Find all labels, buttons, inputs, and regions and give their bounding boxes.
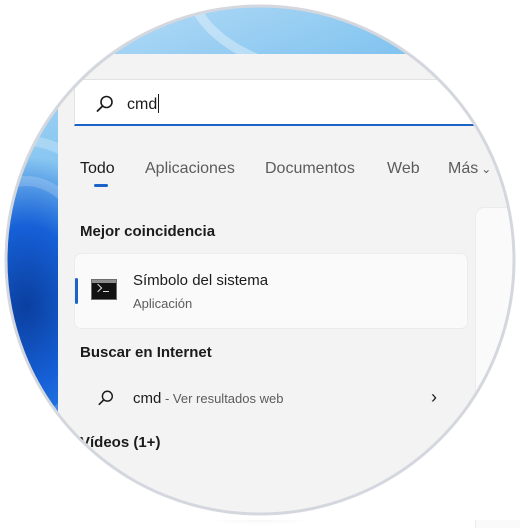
text-caret bbox=[158, 94, 160, 113]
best-match-result[interactable]: Símbolo del sistema Aplicación bbox=[75, 254, 467, 328]
preview-pane bbox=[476, 208, 520, 528]
web-search-query: cmd - Ver resultados web bbox=[133, 390, 284, 407]
search-icon bbox=[98, 390, 114, 406]
web-search-heading: Buscar en Internet bbox=[80, 344, 212, 361]
tab-web[interactable]: Web bbox=[387, 160, 420, 178]
web-search-result[interactable]: cmd - Ver resultados web › bbox=[75, 378, 467, 418]
tab-documentos[interactable]: Documentos bbox=[265, 160, 355, 178]
best-match-title: Símbolo del sistema bbox=[133, 272, 269, 289]
tab-aplicaciones[interactable]: Aplicaciones bbox=[145, 160, 235, 178]
tab-mas-label: Más bbox=[448, 160, 479, 177]
search-input[interactable]: cmd bbox=[127, 94, 160, 114]
tab-mas[interactable]: Más ⌄ bbox=[448, 160, 491, 178]
active-tab-indicator bbox=[94, 184, 108, 187]
web-search-suffix: - Ver resultados web bbox=[161, 391, 284, 406]
cmd-terminal-icon bbox=[91, 279, 117, 300]
tab-todo[interactable]: Todo bbox=[80, 160, 115, 178]
chevron-right-icon[interactable]: › bbox=[431, 387, 437, 408]
search-icon bbox=[96, 95, 113, 112]
best-match-heading: Mejor coincidencia bbox=[80, 223, 216, 240]
best-match-subtitle: Aplicación bbox=[133, 296, 193, 311]
videos-heading: Vídeos (1+) bbox=[80, 434, 161, 451]
search-box[interactable]: cmd bbox=[74, 79, 520, 126]
chevron-down-icon: ⌄ bbox=[481, 162, 492, 176]
selection-indicator bbox=[75, 278, 78, 304]
